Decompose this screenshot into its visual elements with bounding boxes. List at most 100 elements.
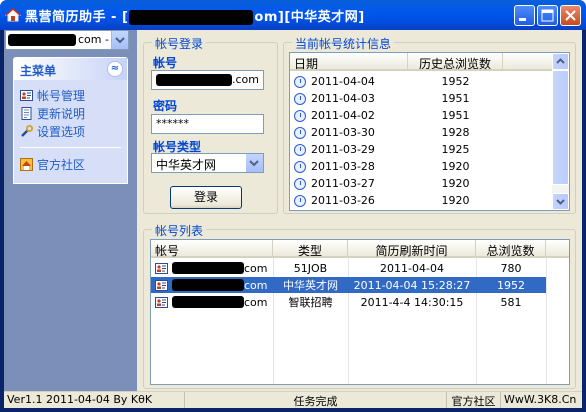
menu-item-label: 设置选项 xyxy=(37,124,86,139)
collapse-icon[interactable]: ≈ xyxy=(107,61,123,77)
account-card-icon xyxy=(20,89,33,101)
stats-date: 2011-03-26 xyxy=(311,193,375,207)
login-button[interactable]: 登录 xyxy=(170,186,242,209)
stats-views: 1952 xyxy=(441,74,470,88)
stats-views: 1951 xyxy=(441,91,470,105)
maximize-button[interactable] xyxy=(537,5,558,26)
clock-icon xyxy=(294,92,306,105)
main-menu-header[interactable]: 主菜单 ≈ xyxy=(14,58,127,80)
clock-icon xyxy=(294,143,306,156)
stats-date-cell: 2011-03-29 xyxy=(290,143,408,156)
stats-date: 2011-03-27 xyxy=(311,176,375,190)
redacted-account xyxy=(156,74,232,86)
window-title: 黑营简历助手 - [om][中华英才网] xyxy=(25,6,365,25)
document-icon xyxy=(21,106,32,120)
account-label: 帐号 xyxy=(153,56,178,70)
menu-item-label: 帐号管理 xyxy=(37,88,86,103)
stats-row[interactable]: 2011-03-28 1920 xyxy=(290,158,554,174)
clock-icon xyxy=(294,126,306,139)
client-area: com - 主菜单 ≈ 帐号管理 更新说明 设置选项 官方社区 帐号登录 帐号 … xyxy=(4,30,582,408)
community-icon xyxy=(20,157,33,171)
chevron-down-icon xyxy=(556,199,565,205)
chevron-up-icon xyxy=(556,58,565,64)
redacted-email xyxy=(172,279,244,291)
status-version: Ver1.1 2011-04-04 By KθK xyxy=(4,392,185,408)
stats-row[interactable]: 2011-03-29 1925 xyxy=(290,141,554,157)
account-row[interactable]: com 智联招聘 2011-4-4 14:30:15 581 xyxy=(151,294,546,310)
stats-views: 1920 xyxy=(441,159,470,173)
stats-row[interactable]: 2011-04-02 1951 xyxy=(290,107,554,123)
account-list[interactable]: 帐号 类型 简历刷新时间 总浏览数 com 51JOB 2011-04-04 780 c… xyxy=(150,239,570,385)
stats-date-cell: 2011-04-03 xyxy=(290,92,408,105)
account-card-icon xyxy=(155,296,168,308)
stats-views: 1928 xyxy=(441,125,470,139)
account-views-cell: 780 xyxy=(500,261,522,275)
account-selector[interactable]: com - xyxy=(5,30,129,50)
account-type-select[interactable]: 中华英才网 xyxy=(151,153,264,173)
menu-item-settings[interactable]: 设置选项 xyxy=(14,122,127,140)
stats-date: 2011-03-28 xyxy=(311,159,375,173)
status-bar: Ver1.1 2011-04-04 By KθK 任务完成 官方社区 WwW.3… xyxy=(4,391,582,408)
account-col-refresh-time[interactable]: 简历刷新时间 xyxy=(348,240,476,258)
stats-date-cell: 2011-03-28 xyxy=(290,160,408,173)
account-col-filler xyxy=(546,240,569,256)
menu-item-label: 更新说明 xyxy=(37,106,86,121)
password-input[interactable]: ****** xyxy=(151,114,264,134)
scroll-down-button[interactable] xyxy=(552,193,569,210)
account-views-cell: 581 xyxy=(500,295,522,309)
redacted-email xyxy=(172,296,244,308)
title-prefix: 黑营简历助手 - [ xyxy=(25,10,129,25)
account-type-dropdown-button[interactable] xyxy=(246,154,263,172)
scroll-up-button[interactable] xyxy=(552,53,569,70)
title-bar[interactable]: 黑营简历助手 - [om][中华英才网] xyxy=(0,0,586,30)
account-dropdown-button[interactable] xyxy=(111,31,128,49)
main-menu-panel: 主菜单 ≈ 帐号管理 更新说明 设置选项 官方社区 xyxy=(13,57,128,184)
stats-scrollbar[interactable] xyxy=(552,53,569,210)
chevron-down-icon xyxy=(249,160,259,167)
title-site: [中华英才网] xyxy=(284,10,365,25)
stats-list[interactable]: 日期 历史总浏览数 2011-04-04 1952 2011-04-03 1951 20… xyxy=(289,52,570,211)
menu-item-account-management[interactable]: 帐号管理 xyxy=(14,86,127,104)
stats-views: 1920 xyxy=(441,176,470,190)
minimize-button[interactable] xyxy=(514,5,535,26)
account-col-type[interactable]: 类型 xyxy=(273,240,348,258)
stats-views: 1925 xyxy=(441,142,470,156)
stats-col-date[interactable]: 日期 xyxy=(290,53,408,71)
account-views-cell: 1952 xyxy=(497,278,525,292)
stats-col-views[interactable]: 历史总浏览数 xyxy=(408,53,503,71)
close-icon xyxy=(565,10,576,21)
account-input[interactable]: .com xyxy=(151,70,264,90)
stats-row[interactable]: 2011-04-04 1952 xyxy=(290,73,554,89)
account-col-total-views[interactable]: 总浏览数 xyxy=(476,240,546,258)
stats-date: 2011-03-29 xyxy=(311,142,375,156)
stats-row[interactable]: 2011-03-27 1920 xyxy=(290,175,554,191)
stats-date-cell: 2011-03-26 xyxy=(290,194,408,207)
account-col-account[interactable]: 帐号 xyxy=(151,240,273,258)
stats-date-cell: 2011-04-04 xyxy=(290,75,408,88)
menu-item-update-notes[interactable]: 更新说明 xyxy=(14,104,127,122)
close-button[interactable] xyxy=(560,5,581,26)
stats-date-cell: 2011-04-02 xyxy=(290,109,408,122)
scroll-thumb[interactable] xyxy=(552,70,569,185)
account-row[interactable]: com 51JOB 2011-04-04 780 xyxy=(151,260,546,276)
stats-row[interactable]: 2011-04-03 1951 xyxy=(290,90,554,106)
stats-col-filler xyxy=(503,53,554,69)
chevron-down-icon xyxy=(115,37,125,44)
stats-views: 1951 xyxy=(441,108,470,122)
app-window: 黑营简历助手 - [om][中华英才网] com - 主菜单 ≈ 帐号管理 更新… xyxy=(0,0,586,412)
status-community-link[interactable]: 官方社区 xyxy=(447,392,501,408)
clock-icon xyxy=(294,109,306,122)
account-list-group-title: 帐号列表 xyxy=(152,222,207,239)
clock-icon xyxy=(294,160,306,173)
account-row[interactable]: com 中华英才网 2011-04-04 15:28:27 1952 xyxy=(151,277,546,293)
clock-icon xyxy=(294,177,306,190)
stats-row[interactable]: 2011-03-30 1928 xyxy=(290,124,554,140)
stats-row[interactable]: 2011-03-26 1920 xyxy=(290,192,554,208)
account-type-cell: 中华英才网 xyxy=(283,279,338,292)
status-website[interactable]: WwW.3K8.Cn xyxy=(501,392,582,408)
account-email-suffix: com xyxy=(244,295,268,309)
redacted-email xyxy=(172,262,244,274)
account-list-header: 帐号 类型 简历刷新时间 总浏览数 xyxy=(151,240,569,258)
stats-date: 2011-04-03 xyxy=(311,91,375,105)
menu-item-community[interactable]: 官方社区 xyxy=(14,155,127,173)
